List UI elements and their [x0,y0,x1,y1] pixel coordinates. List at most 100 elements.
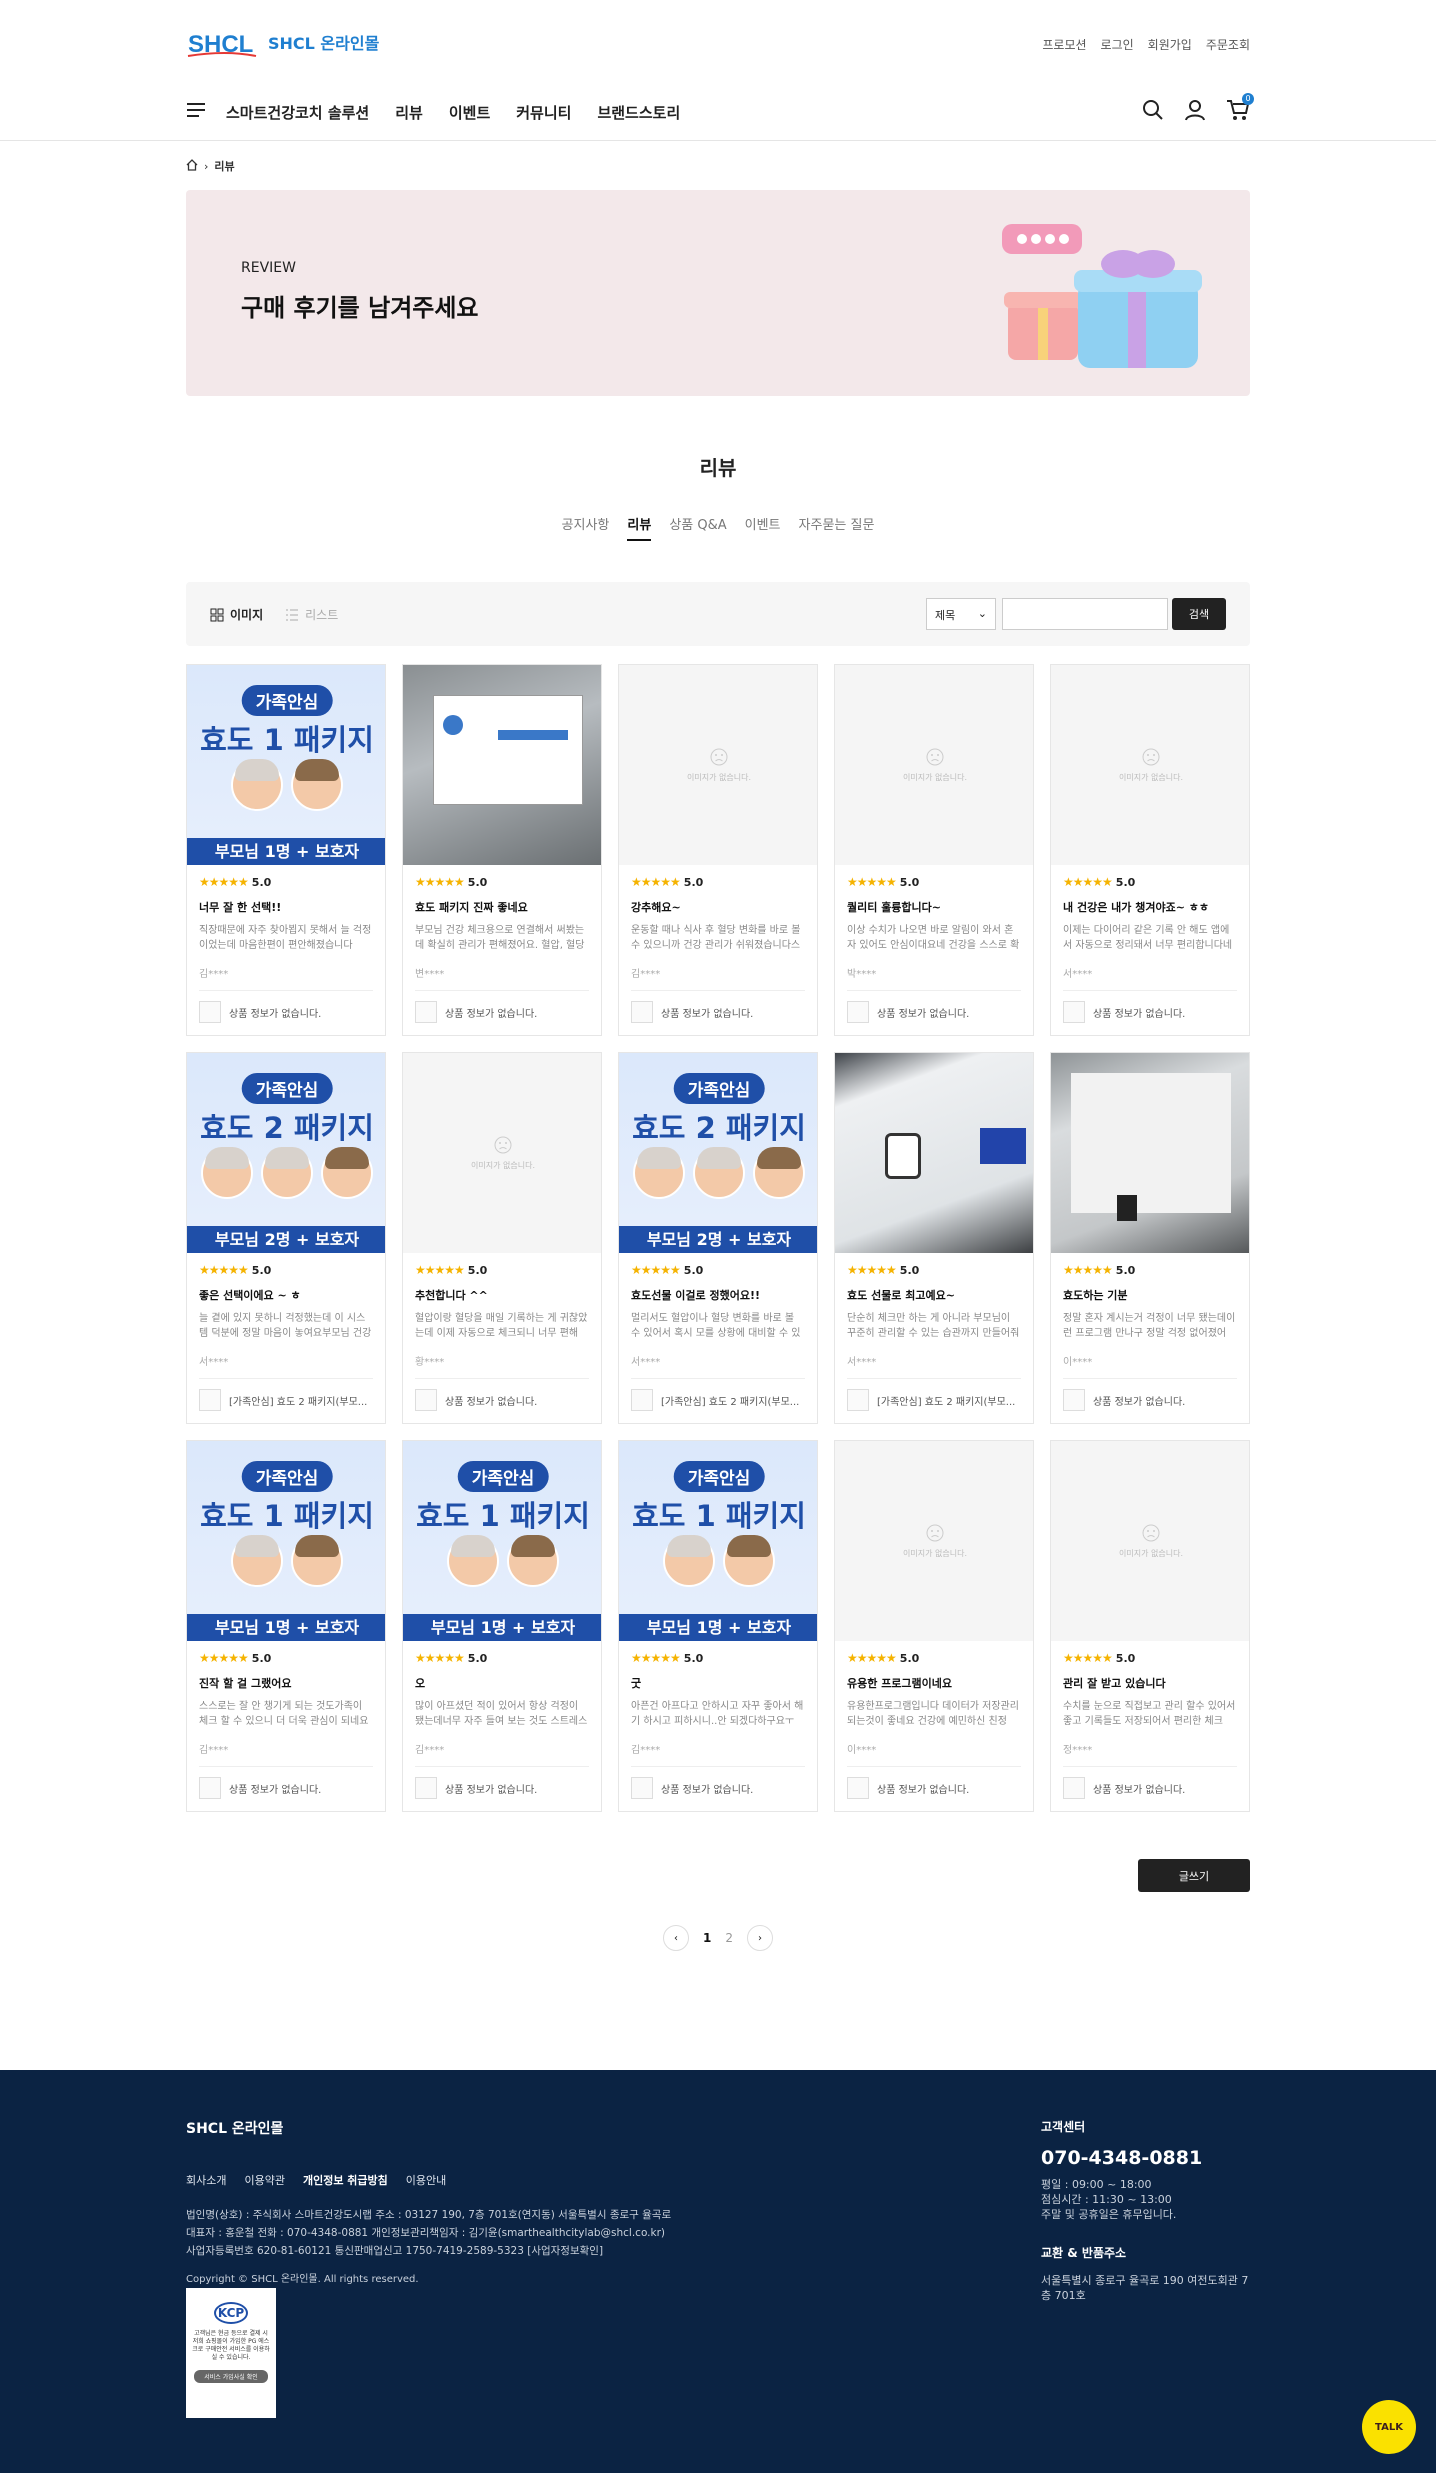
product-thumbnail[interactable] [1063,1001,1085,1023]
tab-faq[interactable]: 자주묻는 질문 [799,514,875,541]
review-thumbnail[interactable]: 가족안심 효도 1 패키지 부모님 1명 + 보호자 [187,1441,385,1641]
product-name[interactable]: [가족안심] 효도 2 패키지(부모... [229,1393,367,1408]
review-title[interactable]: 추천합니다 ^^ [415,1287,589,1303]
review-card[interactable]: 가족안심 효도 1 패키지 부모님 1명 + 보호자 ★★★★★ 5.0 오 많이 아프셨던… [402,1440,602,1812]
write-review-button[interactable]: 글쓰기 [1138,1859,1250,1892]
product-name[interactable]: 상품 정보가 없습니다. [229,1781,321,1796]
product-thumbnail[interactable] [847,1389,869,1411]
review-thumbnail[interactable]: 이미지가 없습니다. [835,665,1033,865]
review-title[interactable]: 강추해요~ [631,899,805,915]
product-thumbnail[interactable] [1063,1777,1085,1799]
product-thumbnail[interactable] [847,1001,869,1023]
review-thumbnail[interactable]: 가족안심 효도 2 패키지 부모님 2명 + 보호자 [619,1053,817,1253]
review-card[interactable]: 가족안심 효도 1 패키지 부모님 1명 + 보호자 ★★★★★ 5.0 너무 잘 한 선… [186,664,386,1036]
nav-item-solution[interactable]: 스마트건강코치 솔루션 [226,102,369,123]
product-thumbnail[interactable] [415,1389,437,1411]
review-title[interactable]: 좋은 선택이에요 ~ ㅎ [199,1287,373,1303]
review-title[interactable]: 효도 패키지 진짜 좋네요 [415,899,589,915]
image-view-toggle[interactable]: 이미지 [210,606,263,623]
page-number-1[interactable]: 1 [703,1931,711,1945]
review-card[interactable]: 이미지가 없습니다. ★★★★★ 5.0 강추해요~ 운동할 때나 식사 후 혈당 변화… [618,664,818,1036]
review-card[interactable]: ★★★★★ 5.0 효도 패키지 진짜 좋네요 부모님 건강 체크용으로 연결해서 써… [402,664,602,1036]
product-thumbnail[interactable] [631,1389,653,1411]
review-title[interactable]: 효도하는 기분 [1063,1287,1237,1303]
product-name[interactable]: 상품 정보가 없습니다. [1093,1005,1185,1020]
product-thumbnail[interactable] [1063,1389,1085,1411]
review-title[interactable]: 효도 선물로 최고예요~ [847,1287,1021,1303]
review-card[interactable]: 이미지가 없습니다. ★★★★★ 5.0 내 건강은 내가 챙겨야죠~ ㅎㅎ 이제는 다… [1050,664,1250,1036]
user-icon[interactable] [1184,99,1206,125]
page-number-2[interactable]: 2 [725,1931,733,1945]
product-name[interactable]: [가족안심] 효도 2 패키지(부모... [877,1393,1015,1408]
review-thumbnail[interactable]: 이미지가 없습니다. [403,1053,601,1253]
nav-item-community[interactable]: 커뮤니티 [516,102,571,123]
nav-item-review[interactable]: 리뷰 [395,102,423,123]
tab-review[interactable]: 리뷰 [627,514,652,541]
review-thumbnail[interactable]: 가족안심 효도 1 패키지 부모님 1명 + 보호자 [187,665,385,865]
product-name[interactable]: 상품 정보가 없습니다. [445,1393,537,1408]
tab-event[interactable]: 이벤트 [745,514,781,541]
product-thumbnail[interactable] [199,1389,221,1411]
prev-page-button[interactable]: ‹ [663,1925,689,1951]
review-title[interactable]: 유용한 프로그램이네요 [847,1675,1021,1691]
review-thumbnail[interactable]: 이미지가 없습니다. [619,665,817,865]
list-view-toggle[interactable]: 리스트 [285,606,338,623]
review-card[interactable]: 가족안심 효도 1 패키지 부모님 1명 + 보호자 ★★★★★ 5.0 굿 아픈건 아프다… [618,1440,818,1812]
product-thumbnail[interactable] [631,1777,653,1799]
review-card[interactable]: ★★★★★ 5.0 효도 선물로 최고예요~ 단순히 체크만 하는 게 아니라 부모님… [834,1052,1034,1424]
footer-link-about[interactable]: 회사소개 [186,2172,226,2188]
review-thumbnail[interactable]: 가족안심 효도 2 패키지 부모님 2명 + 보호자 [187,1053,385,1253]
footer-link-guide[interactable]: 이용안내 [406,2172,446,2188]
review-card[interactable]: 이미지가 없습니다. ★★★★★ 5.0 유용한 프로그램이네요 유용한프로그램입니다 … [834,1440,1034,1812]
product-name[interactable]: [가족안심] 효도 2 패키지(부모... [661,1393,799,1408]
product-thumbnail[interactable] [631,1001,653,1023]
kcp-escrow-badge[interactable]: KCP 고객님은 현금 등으로 결제 시 저희 쇼핑몰이 가입한 PG 에스크로… [186,2288,276,2418]
product-name[interactable]: 상품 정보가 없습니다. [1093,1393,1185,1408]
review-card[interactable]: 이미지가 없습니다. ★★★★★ 5.0 퀄리티 훌륭합니다~ 이상 수치가 나오면 바… [834,664,1034,1036]
review-card[interactable]: ★★★★★ 5.0 효도하는 기분 정말 혼자 계시는거 걱정이 너무 됐는데이런 프… [1050,1052,1250,1424]
product-name[interactable]: 상품 정보가 없습니다. [877,1781,969,1796]
review-thumbnail[interactable]: 가족안심 효도 1 패키지 부모님 1명 + 보호자 [619,1441,817,1641]
review-thumbnail[interactable]: 이미지가 없습니다. [835,1441,1033,1641]
product-name[interactable]: 상품 정보가 없습니다. [229,1005,321,1020]
nav-item-event[interactable]: 이벤트 [449,102,490,123]
search-icon[interactable] [1142,99,1164,125]
top-link-signup[interactable]: 회원가입 [1148,36,1192,53]
next-page-button[interactable]: › [747,1925,773,1951]
product-name[interactable]: 상품 정보가 없습니다. [1093,1781,1185,1796]
review-card[interactable]: 가족안심 효도 2 패키지 부모님 2명 + 보호자 ★★★★★ 5.0 효도선물 이걸로… [618,1052,818,1424]
review-title[interactable]: 퀄리티 훌륭합니다~ [847,899,1021,915]
review-photo[interactable] [835,1053,1033,1253]
product-name[interactable]: 상품 정보가 없습니다. [661,1005,753,1020]
top-link-promotion[interactable]: 프로모션 [1042,36,1086,53]
search-field-select[interactable]: 제목 ⌄ [926,598,996,630]
footer-link-privacy[interactable]: 개인정보 취급방침 [303,2172,388,2188]
review-card[interactable]: 가족안심 효도 2 패키지 부모님 2명 + 보호자 ★★★★★ 5.0 좋은 선택이에요… [186,1052,386,1424]
review-thumbnail[interactable]: 이미지가 없습니다. [1051,665,1249,865]
review-photo[interactable] [1051,1053,1249,1253]
cs-phone[interactable]: 070-4348-0881 [1041,2147,1251,2169]
review-title[interactable]: 오 [415,1675,589,1691]
product-thumbnail[interactable] [847,1777,869,1799]
footer-logo[interactable]: SHCL 온라인몰 [186,2118,283,2138]
review-title[interactable]: 관리 잘 받고 있습니다 [1063,1675,1237,1691]
product-name[interactable]: 상품 정보가 없습니다. [661,1781,753,1796]
product-name[interactable]: 상품 정보가 없습니다. [877,1005,969,1020]
product-thumbnail[interactable] [199,1777,221,1799]
review-title[interactable]: 굿 [631,1675,805,1691]
search-button[interactable]: 검색 [1172,598,1226,630]
product-name[interactable]: 상품 정보가 없습니다. [445,1781,537,1796]
review-card[interactable]: 가족안심 효도 1 패키지 부모님 1명 + 보호자 ★★★★★ 5.0 진작 할 걸 그… [186,1440,386,1812]
review-thumbnail[interactable]: 가족안심 효도 1 패키지 부모님 1명 + 보호자 [403,1441,601,1641]
review-card[interactable]: 이미지가 없습니다. ★★★★★ 5.0 관리 잘 받고 있습니다 수치를 눈으로 직접… [1050,1440,1250,1812]
review-card[interactable]: 이미지가 없습니다. ★★★★★ 5.0 추천합니다 ^^ 혈압이랑 혈당을 매일 기록… [402,1052,602,1424]
home-icon[interactable] [186,158,198,174]
footer-link-terms[interactable]: 이용약관 [244,2172,284,2188]
product-thumbnail[interactable] [415,1777,437,1799]
top-link-order-lookup[interactable]: 주문조회 [1206,36,1250,53]
search-input[interactable] [1002,598,1168,630]
review-thumbnail[interactable]: 이미지가 없습니다. [1051,1441,1249,1641]
hamburger-icon[interactable] [186,102,206,122]
nav-item-brand-story[interactable]: 브랜드스토리 [597,102,680,123]
tab-notice[interactable]: 공지사항 [562,514,610,541]
